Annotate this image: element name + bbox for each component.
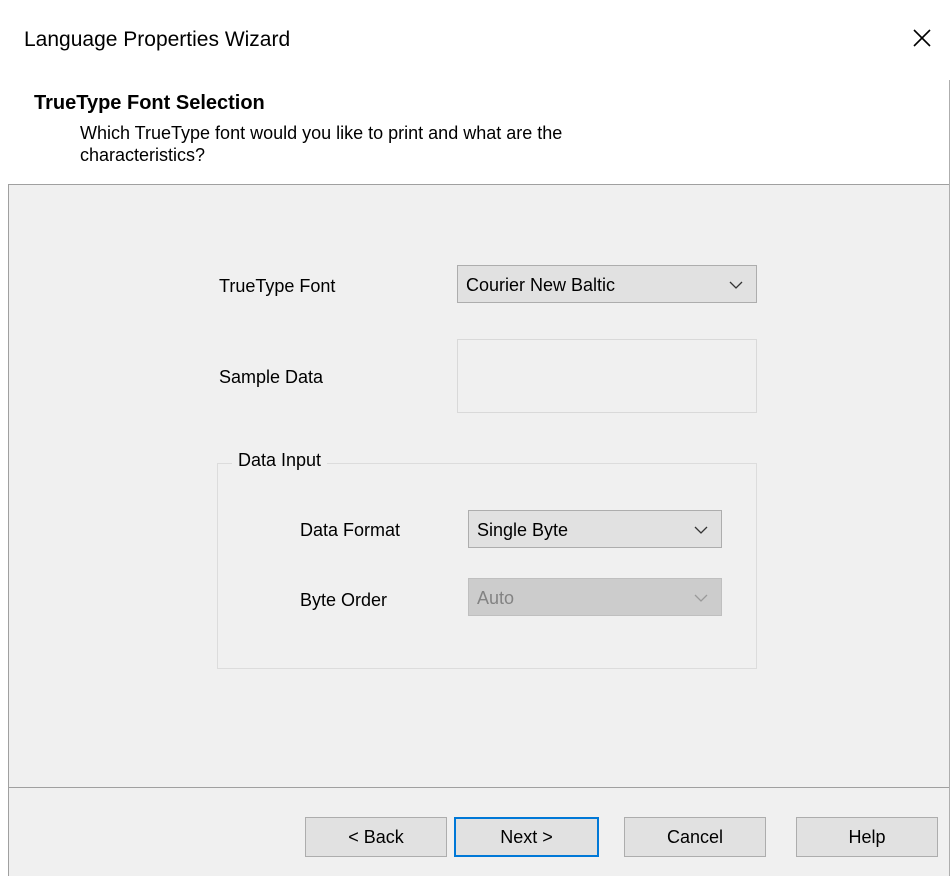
truetype-font-label: TrueType Font — [219, 276, 336, 296]
chevron-down-icon — [694, 526, 708, 534]
data-input-group-label: Data Input — [232, 450, 328, 471]
cancel-button[interactable]: Cancel — [624, 817, 766, 857]
data-format-select[interactable]: Single Byte — [468, 510, 722, 548]
page-subtitle: Which TrueType font would you like to pr… — [80, 123, 563, 165]
wizard-window: Language Properties Wizard TrueType Font… — [0, 0, 950, 876]
title-bar: Language Properties Wizard — [0, 0, 950, 80]
close-button[interactable] — [902, 18, 942, 58]
wizard-header: TrueType Font Selection Which TrueType f… — [0, 80, 949, 184]
byte-order-value: Auto — [477, 588, 515, 608]
help-button[interactable]: Help — [796, 817, 938, 857]
byte-order-label: Byte Order — [300, 590, 388, 610]
truetype-font-value: Courier New Baltic — [466, 275, 616, 295]
sample-data-label: Sample Data — [219, 367, 324, 387]
sample-data-field[interactable] — [457, 339, 757, 413]
close-icon — [913, 29, 931, 47]
data-format-label: Data Format — [300, 520, 401, 540]
byte-order-select: Auto — [468, 578, 722, 616]
truetype-font-select[interactable]: Courier New Baltic — [457, 265, 757, 303]
footer-divider — [9, 787, 949, 788]
data-input-group: Data Input Data Format Single Byte Byte … — [217, 450, 757, 669]
chevron-down-icon — [729, 281, 743, 289]
page-title: TrueType Font Selection — [34, 92, 265, 114]
window-title: Language Properties Wizard — [24, 28, 291, 51]
chevron-down-icon — [694, 594, 708, 602]
wizard-body: TrueType Font Courier New Baltic Sample … — [8, 184, 949, 876]
next-button[interactable]: Next > — [454, 817, 599, 857]
back-button[interactable]: < Back — [305, 817, 447, 857]
data-format-value: Single Byte — [477, 520, 569, 540]
